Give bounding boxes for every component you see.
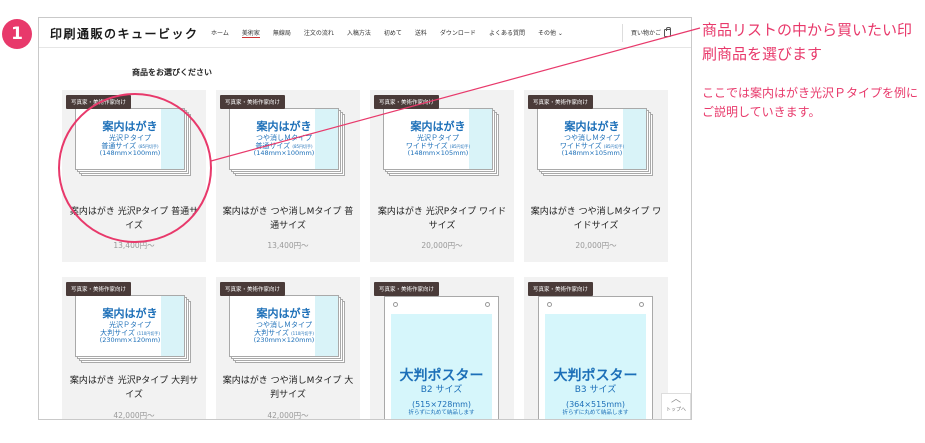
cart-link[interactable]: 買い物かご bbox=[631, 26, 672, 37]
product-thumbnail[interactable]: 案内はがき 光沢Ｐタイプ ワイドサイズ (85円切手) (148mm×105mm… bbox=[383, 108, 500, 176]
thumb-title: 案内はがき bbox=[256, 307, 312, 320]
product-thumbnail[interactable]: 案内はがき つや消しＭタイプ ワイドサイズ (85円切手) (148mm×105… bbox=[537, 108, 654, 176]
back-to-top-button[interactable]: ︿ トップへ bbox=[661, 393, 691, 419]
nav-item-faq[interactable]: よくある質問 bbox=[489, 28, 525, 38]
product-price: 20,000円〜 bbox=[421, 241, 463, 250]
thumb-size-note: (85円切手) bbox=[138, 143, 159, 149]
poster-note: 折らずに丸めて納品します bbox=[408, 410, 475, 417]
product-price: 42,000円〜 bbox=[267, 411, 309, 420]
step-number-badge: 1 bbox=[2, 19, 32, 49]
product-name[interactable]: 案内はがき 光沢Pタイプ 大判サイズ bbox=[62, 375, 206, 403]
product-card[interactable]: 写真家・美術作家向け 案内はがき つや消しＭタイプ 普通サイズ (85円切手) … bbox=[216, 90, 360, 262]
thumb-size-note: (85円切手) bbox=[449, 143, 471, 149]
site-header: 印刷通販のキュービック ホーム 美術家 無線局 注文の流れ 入稿方法 初めて 送… bbox=[39, 18, 691, 48]
product-name[interactable]: 案内はがき つや消しMタイプ ワイドサイズ bbox=[524, 206, 668, 234]
product-name[interactable]: 案内はがき 光沢Pタイプ 普通サイズ bbox=[62, 206, 206, 234]
poster-title: 大判ポスター bbox=[553, 368, 638, 384]
pin-hole-icon bbox=[639, 302, 644, 307]
category-tag: 写真家・美術作家向け bbox=[220, 95, 286, 109]
category-tag: 写真家・美術作家向け bbox=[66, 282, 132, 296]
product-card[interactable]: 写真家・美術作家向け 案内はがき 光沢Ｐタイプ 大判サイズ (110円切手) (… bbox=[62, 277, 206, 420]
annotation-description: ここでは案内はがき光沢Ｐタイプを例にご説明していきます。 bbox=[702, 86, 919, 120]
product-name[interactable]: 案内はがき つや消しMタイプ 大判サイズ bbox=[216, 375, 360, 403]
poster-title: 大判ポスター bbox=[399, 368, 484, 384]
pin-hole-icon bbox=[485, 302, 490, 307]
category-tag: 写真家・美術作家向け bbox=[374, 282, 440, 296]
category-tag: 写真家・美術作家向け bbox=[374, 95, 440, 109]
website-screenshot: 印刷通販のキュービック ホーム 美術家 無線局 注文の流れ 入稿方法 初めて 送… bbox=[38, 17, 692, 420]
poster-size: B3 サイズ bbox=[574, 385, 617, 396]
thumb-dimensions: (148mm×105mm) bbox=[407, 148, 469, 157]
thumb-dimensions: (230mm×120mm) bbox=[99, 335, 161, 344]
product-card[interactable]: 写真家・美術作家向け 案内はがき 光沢Ｐタイプ ワイドサイズ (85円切手) (… bbox=[370, 90, 514, 262]
nav-item-radio[interactable]: 無線局 bbox=[273, 28, 291, 38]
product-price: 20,000円〜 bbox=[575, 241, 617, 250]
product-price: 13,400円〜 bbox=[267, 241, 309, 250]
thumb-dimensions: (148mm×100mm) bbox=[99, 148, 161, 157]
thumb-size-note: (110円切手) bbox=[137, 330, 160, 336]
nav-divider bbox=[622, 24, 623, 42]
pin-hole-icon bbox=[547, 302, 552, 307]
thumb-dimensions: (148mm×100mm) bbox=[253, 148, 315, 157]
nav-item-first-time[interactable]: 初めて bbox=[384, 28, 402, 38]
product-thumbnail[interactable]: 案内はがき 光沢Ｐタイプ 大判サイズ (110円切手) (230mm×120mm… bbox=[75, 295, 192, 363]
product-card[interactable]: 写真家・美術作家向け 大判ポスター B2 サイズ (515×728mm) 折らず… bbox=[370, 277, 514, 419]
product-thumbnail[interactable]: 案内はがき つや消しＭタイプ 普通サイズ (85円切手) (148mm×100m… bbox=[229, 108, 346, 176]
product-thumbnail[interactable]: 案内はがき つや消しＭタイプ 大判サイズ (110円切手) (230mm×120… bbox=[229, 295, 346, 363]
nav-item-shipping[interactable]: 送料 bbox=[415, 28, 427, 38]
nav-item-other-dropdown[interactable]: その他 ⌄ bbox=[538, 28, 563, 38]
thumb-subtitle: つや消しＭタイプ bbox=[256, 133, 312, 142]
product-card[interactable]: 写真家・美術作家向け 大判ポスター B3 サイズ (364×515mm) 折らず… bbox=[524, 277, 668, 419]
thumb-subtitle: つや消しＭタイプ bbox=[564, 133, 620, 142]
section-title: 商品をお選びください bbox=[132, 68, 212, 77]
product-card[interactable]: 写真家・美術作家向け 案内はがき つや消しＭタイプ 大判サイズ (110円切手)… bbox=[216, 277, 360, 420]
cart-label: 買い物かご bbox=[631, 30, 662, 37]
poster-dimensions: (515×728mm) bbox=[411, 399, 472, 409]
thumb-title: 案内はがき bbox=[102, 120, 158, 133]
thumb-subtitle: つや消しＭタイプ bbox=[256, 320, 312, 329]
product-price: 42,000円〜 bbox=[113, 411, 155, 420]
product-name[interactable]: 案内はがき 光沢Pタイプ ワイドサイズ bbox=[370, 206, 514, 234]
nav-item-order-flow[interactable]: 注文の流れ bbox=[304, 28, 334, 38]
chevron-up-icon: ︿ bbox=[671, 394, 681, 405]
thumb-size-note: (85円切手) bbox=[292, 143, 313, 149]
thumb-title: 案内はがき bbox=[410, 120, 466, 133]
nav-item-home[interactable]: ホーム bbox=[211, 28, 229, 38]
product-name[interactable]: 案内はがき つや消しMタイプ 普通サイズ bbox=[216, 206, 360, 234]
product-price: 13,400円〜 bbox=[113, 241, 155, 250]
poster-note: 折らずに丸めて納品します bbox=[562, 410, 629, 417]
category-tag: 写真家・美術作家向け bbox=[528, 95, 594, 109]
thumb-title: 案内はがき bbox=[256, 120, 312, 133]
thumb-subtitle: 光沢Ｐタイプ bbox=[109, 133, 151, 142]
thumb-subtitle: 光沢Ｐタイプ bbox=[109, 320, 151, 329]
poster-dimensions: (364×515mm) bbox=[565, 399, 626, 409]
site-logo[interactable]: 印刷通販のキュービック bbox=[50, 25, 199, 42]
thumb-dimensions: (148mm×105mm) bbox=[561, 148, 623, 157]
pin-hole-icon bbox=[393, 302, 398, 307]
thumb-size-note: (110円切手) bbox=[291, 330, 314, 336]
thumb-dimensions: (230mm×120mm) bbox=[253, 335, 315, 344]
poster-thumbnail[interactable]: 大判ポスター B3 サイズ (364×515mm) 折らずに丸めて納品します bbox=[538, 296, 653, 419]
product-card[interactable]: 写真家・美術作家向け 案内はがき つや消しＭタイプ ワイドサイズ (85円切手)… bbox=[524, 90, 668, 262]
product-card[interactable]: 写真家・美術作家向け 案内はがき 光沢Ｐタイプ 普通サイズ (85円切手) (1… bbox=[62, 90, 206, 262]
thumb-subtitle: 光沢Ｐタイプ bbox=[417, 133, 459, 142]
thumb-title: 案内はがき bbox=[564, 120, 620, 133]
poster-thumbnail[interactable]: 大判ポスター B2 サイズ (515×728mm) 折らずに丸めて納品します bbox=[384, 296, 499, 419]
nav-item-download[interactable]: ダウンロード bbox=[440, 28, 476, 38]
category-tag: 写真家・美術作家向け bbox=[528, 282, 594, 296]
annotation-heading: 商品リストの中から買いたい印刷商品を選びます bbox=[702, 21, 913, 63]
category-tag: 写真家・美術作家向け bbox=[220, 282, 286, 296]
nav-item-submission[interactable]: 入稿方法 bbox=[347, 28, 371, 38]
thumb-size-note: (85円切手) bbox=[603, 143, 625, 149]
nav-item-artists[interactable]: 美術家 bbox=[241, 28, 260, 38]
product-thumbnail[interactable]: 案内はがき 光沢Ｐタイプ 普通サイズ (85円切手) (148mm×100mm) bbox=[75, 108, 192, 176]
thumb-title: 案内はがき bbox=[102, 307, 158, 320]
back-to-top-label: トップへ bbox=[665, 407, 686, 413]
category-tag: 写真家・美術作家向け bbox=[66, 95, 132, 109]
shopping-bag-icon bbox=[664, 26, 672, 37]
poster-size: B2 サイズ bbox=[420, 385, 463, 396]
main-nav: ホーム 美術家 無線局 注文の流れ 入稿方法 初めて 送料 ダウンロード よくあ… bbox=[211, 28, 563, 38]
